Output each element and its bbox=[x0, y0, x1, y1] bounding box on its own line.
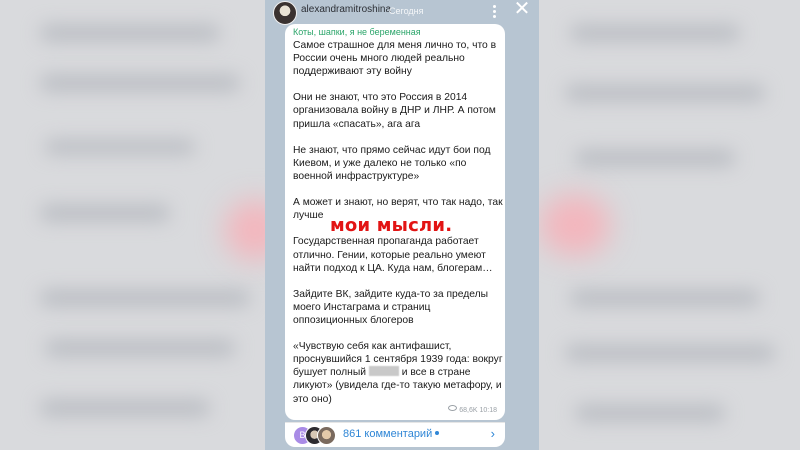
comments-count[interactable]: 861 комментарий bbox=[343, 428, 440, 440]
close-icon[interactable]: ✕ bbox=[513, 0, 531, 19]
paragraph: Они не знают, что это Россия в 2014 орга… bbox=[293, 92, 499, 130]
comments-bar[interactable]: В 861 комментарий › bbox=[285, 422, 505, 447]
paragraph: Государственная пропаганда работает отли… bbox=[293, 236, 493, 274]
view-count: 68,6K bbox=[459, 407, 478, 414]
username[interactable]: alexandramitroshina bbox=[301, 4, 391, 15]
message-meta: 68,6K 10:18 bbox=[448, 405, 497, 414]
post-time: 10:18 bbox=[479, 407, 497, 414]
unread-dot bbox=[435, 431, 440, 435]
views-eye-icon bbox=[448, 405, 458, 411]
story-header: alexandramitroshina Сегодня ✕ bbox=[265, 0, 539, 26]
paragraph: Не знают, что прямо сейчас идут бои под … bbox=[293, 144, 494, 182]
paragraph: Зайдите ВК, зайдите куда-то за пределы м… bbox=[293, 288, 491, 326]
censored-word bbox=[368, 366, 399, 377]
chevron-right-icon[interactable]: › bbox=[491, 426, 495, 441]
commenter-avatar bbox=[317, 426, 336, 445]
overlay-caption: мои мысли. bbox=[330, 215, 453, 236]
story-time: Сегодня bbox=[389, 6, 424, 16]
channel-name[interactable]: Коты, шапки, я не беременная bbox=[293, 27, 421, 37]
avatar[interactable] bbox=[273, 1, 297, 25]
more-dots-icon[interactable] bbox=[488, 3, 500, 19]
paragraph: Самое страшное для меня лично то, что в … bbox=[293, 40, 499, 78]
